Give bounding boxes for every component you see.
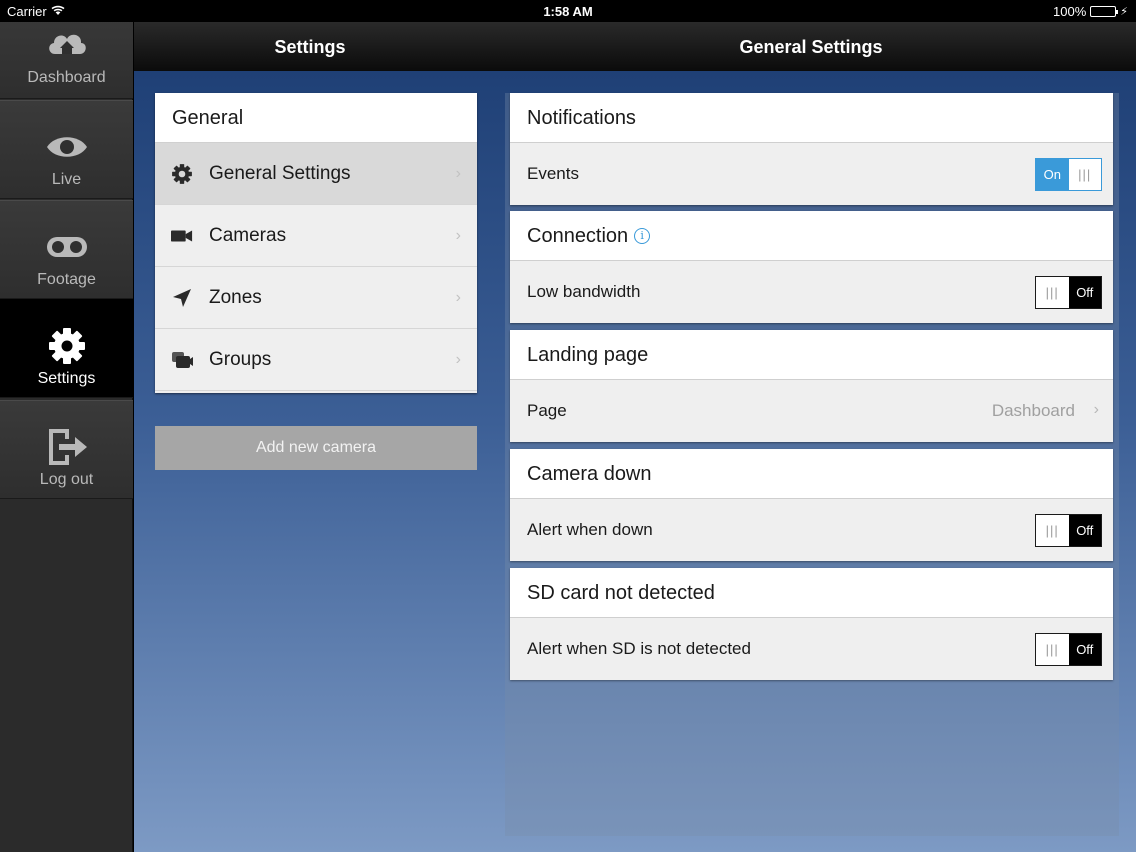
master-title: Settings — [274, 37, 346, 57]
setting-row-events: Events On ||| — [510, 143, 1113, 205]
toggle-grip: ||| — [1036, 634, 1069, 665]
chevron-right-icon: › — [455, 289, 461, 306]
menu-item-zones[interactable]: Zones › — [155, 267, 477, 329]
setting-label: Page — [527, 401, 567, 420]
clock: 1:58 AM — [543, 4, 593, 19]
section-landing-page: Landing page Page Dashboard › — [510, 330, 1113, 442]
sidebar-item-settings[interactable]: Settings — [0, 299, 133, 398]
low-bandwidth-toggle[interactable]: ||| Off — [1035, 276, 1102, 309]
landing-page-value: Dashboard — [991, 401, 1075, 420]
section-title: Landing page — [510, 330, 1113, 380]
section-title: Connection i — [510, 211, 1113, 261]
cloud-home-icon — [0, 23, 133, 63]
content-area: General General Settings › Cameras › Zon… — [134, 71, 1136, 852]
toggle-state: On — [1036, 159, 1069, 190]
section-camera-down: Camera down Alert when down ||| Off — [510, 449, 1113, 561]
camera-group-icon — [171, 349, 193, 371]
setting-label: Alert when down — [527, 520, 653, 539]
location-arrow-icon — [171, 287, 193, 309]
toggle-grip: ||| — [1036, 515, 1069, 546]
menu-item-cameras[interactable]: Cameras › — [155, 205, 477, 267]
info-icon[interactable]: i — [634, 228, 651, 244]
toggle-grip: ||| — [1036, 277, 1069, 308]
sidebar-item-label: Footage — [37, 271, 96, 288]
setting-label: Low bandwidth — [527, 282, 641, 301]
eye-icon — [0, 125, 133, 169]
chevron-right-icon: › — [455, 165, 461, 182]
menu-item-label: General Settings — [209, 162, 351, 184]
add-camera-button[interactable]: Add new camera — [155, 426, 477, 470]
sidebar-item-live[interactable]: Live — [0, 100, 133, 199]
battery-percent: 100% — [1053, 4, 1087, 19]
sd-not-detected-toggle[interactable]: ||| Off — [1035, 633, 1102, 666]
gear-icon — [171, 163, 193, 185]
setting-row-sd-not-detected: Alert when SD is not detected ||| Off — [510, 618, 1113, 680]
status-bar: Carrier 1:58 AM 100% ⚡ — [0, 0, 1136, 22]
sidebar-item-label: Log out — [39, 471, 94, 488]
setting-label: Events — [527, 164, 579, 183]
chevron-right-icon: › — [455, 227, 461, 244]
menu-item-label: Groups — [209, 348, 272, 370]
sidebar-item-logout[interactable]: Log out — [0, 400, 133, 499]
menu-header: General — [155, 93, 477, 143]
battery-icon — [1090, 6, 1119, 17]
section-title: Camera down — [510, 449, 1113, 499]
section-title: Notifications — [510, 93, 1113, 143]
toggle-state: Off — [1068, 515, 1101, 546]
film-reel-icon — [0, 225, 133, 269]
toggle-state: Off — [1068, 277, 1101, 308]
section-connection: Connection i Low bandwidth ||| Off — [510, 211, 1113, 323]
events-toggle[interactable]: On ||| — [1035, 158, 1102, 191]
setting-row-low-bandwidth: Low bandwidth ||| Off — [510, 261, 1113, 323]
sidebar-item-label: Dashboard — [27, 69, 106, 86]
navbar: Settings General Settings — [134, 22, 1136, 71]
alert-when-down-toggle[interactable]: ||| Off — [1035, 514, 1102, 547]
sidebar-item-label: Live — [51, 171, 82, 188]
setting-row-alert-when-down: Alert when down ||| Off — [510, 499, 1113, 561]
sidebar-item-label: Settings — [37, 370, 96, 387]
logout-icon — [0, 425, 133, 469]
section-title: SD card not detected — [510, 568, 1113, 618]
setting-label: Alert when SD is not detected — [527, 639, 751, 658]
gear-icon — [0, 324, 133, 368]
chevron-right-icon: › — [455, 351, 461, 368]
charging-icon: ⚡ — [1120, 6, 1128, 18]
section-notifications: Notifications Events On ||| — [510, 93, 1113, 205]
settings-menu: General General Settings › Cameras › Zon… — [155, 93, 477, 393]
battery-indicator: 100% ⚡ — [1053, 4, 1128, 19]
toggle-state: Off — [1068, 634, 1101, 665]
sidebar-item-footage[interactable]: Footage — [0, 200, 133, 299]
menu-item-general-settings[interactable]: General Settings › — [155, 143, 477, 205]
menu-item-label: Zones — [209, 286, 262, 308]
settings-detail-panel: Notifications Events On ||| Connection i… — [505, 93, 1119, 836]
chevron-right-icon: › — [1093, 401, 1099, 418]
sidebar: Dashboard Live Footage Settings Log out — [0, 0, 133, 852]
video-camera-icon — [171, 225, 193, 247]
page-title: General Settings — [739, 37, 883, 57]
menu-item-groups[interactable]: Groups › — [155, 329, 477, 391]
section-sd-card: SD card not detected Alert when SD is no… — [510, 568, 1113, 680]
menu-item-label: Cameras — [209, 224, 287, 246]
toggle-grip: ||| — [1068, 159, 1101, 190]
setting-row-page[interactable]: Page Dashboard › — [510, 380, 1113, 442]
